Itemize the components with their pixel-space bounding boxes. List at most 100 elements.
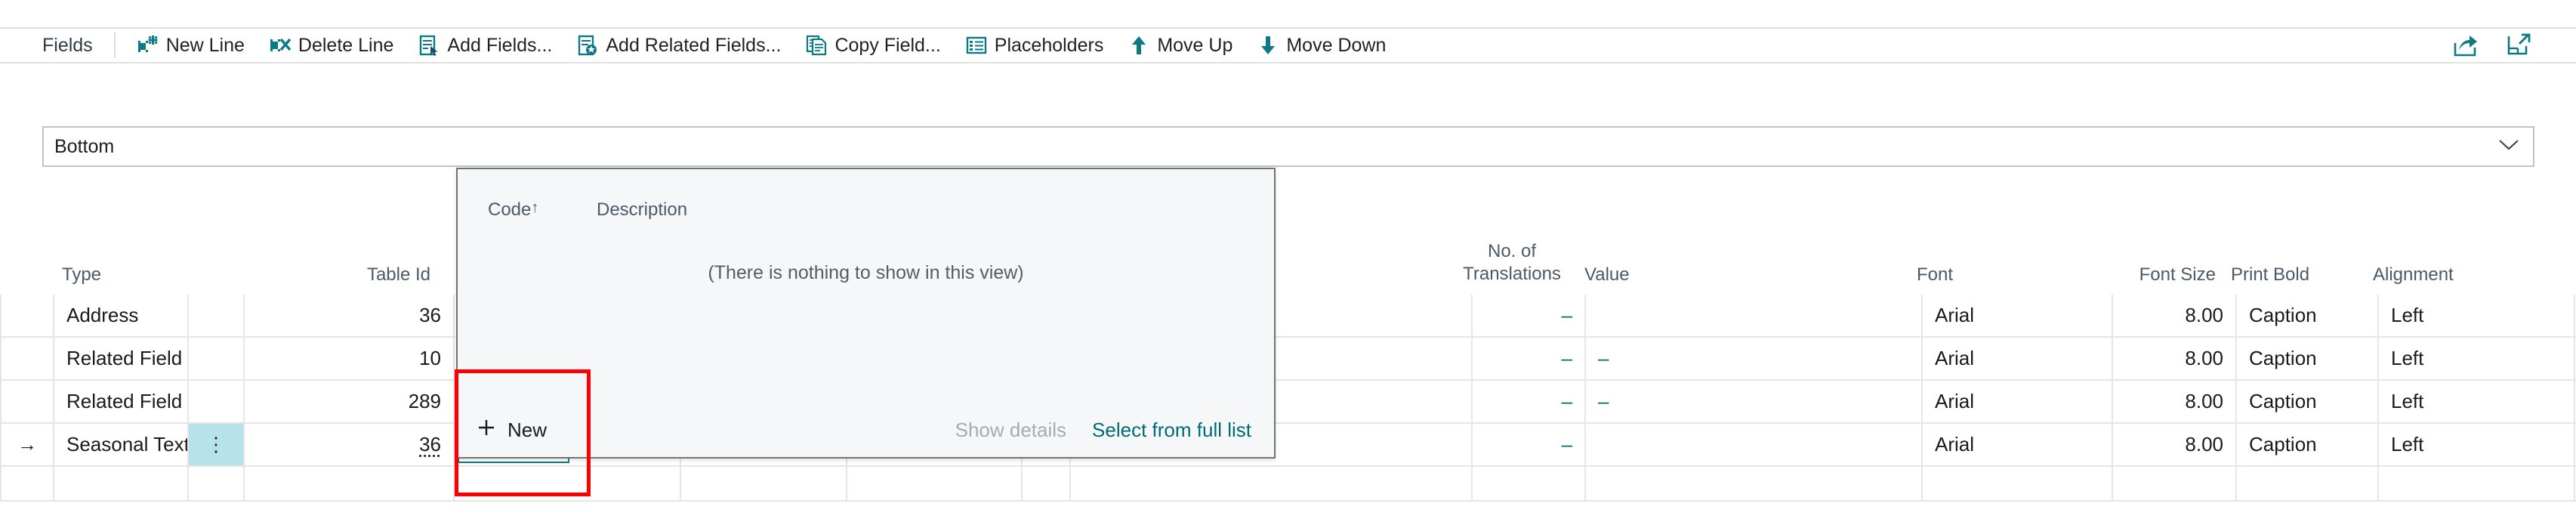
row-indicator [0, 338, 54, 379]
placeholders-button-label: Placeholders [994, 34, 1104, 56]
cell-print-bold[interactable]: Caption [2237, 381, 2379, 422]
chevron-down-icon[interactable] [2498, 138, 2533, 156]
dash-link[interactable]: – [1598, 348, 1609, 369]
select-from-full-list-link[interactable]: Select from full list [1092, 419, 1251, 442]
cell-type[interactable]: Seasonal Text [54, 424, 189, 465]
table-row[interactable]: Address 36 – Arial 8.00 Caption Left [0, 295, 2576, 338]
dash-link[interactable]: – [1562, 348, 1572, 369]
cell-table-id[interactable]: 36 [245, 295, 455, 336]
cell-value[interactable] [1586, 295, 1923, 336]
cell-no-of-translations[interactable] [1473, 467, 1586, 500]
cell-col-h[interactable] [1071, 467, 1473, 500]
cell-value[interactable] [1586, 424, 1923, 465]
lookup-column-header-description[interactable]: Description [591, 199, 687, 221]
vertical-ellipsis-icon[interactable]: ⋮ [206, 434, 226, 455]
table-row[interactable]: Related Field 10 – – Arial 8.00 Caption … [0, 338, 2576, 381]
dash-link[interactable]: – [1562, 391, 1572, 412]
row-indicator [0, 295, 54, 336]
add-related-fields-button[interactable]: Add Related Fields... [564, 31, 793, 60]
column-header-print-bold[interactable]: Print Bold [2222, 264, 2364, 295]
cell-no-of-translations[interactable]: – [1473, 424, 1586, 465]
cell-alignment[interactable]: Left [2379, 381, 2575, 422]
share-icon[interactable] [2452, 32, 2479, 58]
cell-checkbox[interactable] [1023, 467, 1071, 500]
arrow-up-icon [1128, 34, 1150, 57]
cell-type[interactable]: Related Field [54, 381, 189, 422]
placeholders-icon [965, 34, 988, 57]
move-down-button[interactable]: Move Down [1245, 31, 1398, 60]
cell-no-of-translations[interactable]: – [1473, 338, 1586, 379]
cell-alignment[interactable]: Left [2379, 338, 2575, 379]
delete-line-button[interactable]: Delete Line [257, 31, 406, 60]
cell-table-id[interactable]: 36 [245, 424, 455, 465]
cell-font[interactable]: Arial [1923, 381, 2113, 422]
cell-print-bold[interactable]: Caption [2237, 338, 2379, 379]
cell-type[interactable] [54, 467, 189, 500]
cell-font[interactable]: Arial [1923, 338, 2113, 379]
cell-print-bold[interactable] [2237, 467, 2379, 500]
dash-link[interactable]: – [1562, 305, 1572, 326]
move-up-button[interactable]: Move Up [1115, 31, 1245, 60]
cell-col-f[interactable] [847, 467, 1023, 500]
cell-print-bold[interactable]: Caption [2237, 295, 2379, 336]
cell-print-bold[interactable]: Caption [2237, 424, 2379, 465]
new-record-button[interactable]: New [476, 417, 547, 443]
column-header-type[interactable]: Type [54, 264, 101, 295]
cell-alignment[interactable] [2379, 467, 2575, 500]
new-record-button-label: New [507, 418, 548, 441]
lookup-footer: New Show details Select from full list [458, 403, 1274, 457]
cell-font-size[interactable]: 8.00 [2113, 381, 2237, 422]
cell-field-no[interactable] [455, 467, 681, 500]
cell-row-menu[interactable] [189, 338, 245, 379]
column-header-value[interactable]: Value [1571, 264, 1908, 295]
show-details-link[interactable]: Show details [955, 419, 1066, 442]
row-indicator [0, 381, 54, 422]
cell-alignment[interactable]: Left [2379, 424, 2575, 465]
cell-font[interactable]: Arial [1923, 295, 2113, 336]
fields-grid: Type Table Id No. of Translations Value … [0, 227, 2576, 502]
cell-row-menu[interactable] [189, 467, 245, 500]
column-header-no-of-translations[interactable]: No. of Translations [1458, 240, 1571, 295]
table-row-active[interactable]: → Seasonal Text ⋮ 36 … – – [0, 424, 2576, 467]
cell-table-id[interactable]: 289 [245, 381, 455, 422]
cell-value[interactable] [1586, 467, 1923, 500]
cell-row-menu-selected[interactable]: ⋮ [189, 424, 245, 465]
add-fields-button[interactable]: Add Fields... [406, 31, 564, 60]
cell-value[interactable]: – [1586, 338, 1923, 379]
cell-type[interactable]: Related Field [54, 338, 189, 379]
cell-alignment[interactable]: Left [2379, 295, 2575, 336]
table-row-empty[interactable] [0, 467, 2576, 502]
add-fields-icon [418, 34, 440, 57]
column-header-font[interactable]: Font [1908, 264, 2098, 295]
cell-table-id[interactable]: 10 [245, 338, 455, 379]
section-position-select[interactable]: Bottom [42, 126, 2534, 167]
dash-link[interactable]: – [1562, 434, 1572, 455]
copy-field-button[interactable]: Copy Field... [793, 31, 952, 60]
placeholders-button[interactable]: Placeholders [953, 31, 1116, 60]
cell-font-size[interactable]: 8.00 [2113, 338, 2237, 379]
cell-font-size[interactable]: 8.00 [2113, 295, 2237, 336]
column-header-table-id[interactable]: Table Id [189, 264, 440, 295]
dash-link[interactable]: – [1598, 391, 1609, 412]
cell-font[interactable] [1923, 467, 2113, 500]
move-up-button-label: Move Up [1157, 34, 1233, 56]
cell-col-e[interactable] [681, 467, 847, 500]
cell-no-of-translations[interactable]: – [1473, 381, 1586, 422]
column-header-font-size[interactable]: Font Size [2098, 264, 2222, 295]
cell-font-size[interactable] [2113, 467, 2237, 500]
cell-table-id-value[interactable]: 36 [419, 433, 441, 456]
cell-type[interactable]: Address [54, 295, 189, 336]
cell-no-of-translations[interactable]: – [1473, 295, 1586, 336]
cell-row-menu[interactable] [189, 295, 245, 336]
toolbar-divider [113, 32, 116, 58]
lookup-column-header-code[interactable]: Code↑ [458, 199, 591, 221]
cell-value[interactable]: – [1586, 381, 1923, 422]
open-in-new-window-icon[interactable] [2505, 32, 2532, 58]
cell-table-id[interactable] [245, 467, 455, 500]
column-header-alignment[interactable]: Alignment [2364, 264, 2560, 295]
cell-font[interactable]: Arial [1923, 424, 2113, 465]
cell-row-menu[interactable] [189, 381, 245, 422]
new-line-button[interactable]: New Line [125, 31, 257, 60]
cell-font-size[interactable]: 8.00 [2113, 424, 2237, 465]
table-row[interactable]: Related Field 289 – – Arial 8.00 Caption… [0, 381, 2576, 424]
